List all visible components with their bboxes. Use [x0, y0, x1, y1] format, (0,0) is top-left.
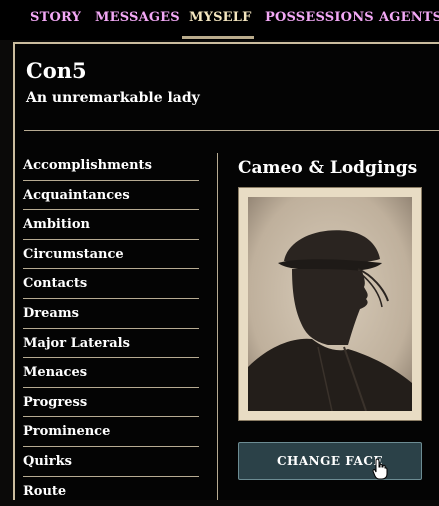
sidebar-item-acquaintances[interactable]: Acquaintances — [23, 181, 199, 211]
qualities-sidebar: Accomplishments Acquaintances Ambition C… — [23, 151, 199, 506]
sidebar-item-dreams[interactable]: Dreams — [23, 299, 199, 329]
active-tab-indicator — [182, 36, 254, 39]
sidebar-item-progress[interactable]: Progress — [23, 388, 199, 418]
silhouette-portrait-icon — [248, 197, 412, 411]
sidebar-item-major-laterals[interactable]: Major Laterals — [23, 329, 199, 359]
sidebar-item-quirks[interactable]: Quirks — [23, 447, 199, 477]
top-navigation: STORY MESSAGES MYSELF POSSESSIONS AGENTS — [0, 0, 439, 40]
sidebar-item-circumstance[interactable]: Circumstance — [23, 240, 199, 270]
cameo-frame — [238, 187, 422, 421]
character-name: Con5 — [26, 58, 87, 83]
column-divider — [217, 153, 218, 500]
tab-possessions[interactable]: POSSESSIONS — [265, 10, 374, 25]
tab-agents[interactable]: AGENTS — [379, 10, 439, 25]
cameo-title: Cameo & Lodgings — [238, 158, 418, 178]
character-description: An unremarkable lady — [26, 90, 200, 106]
sidebar-item-prominence[interactable]: Prominence — [23, 417, 199, 447]
tab-myself[interactable]: MYSELF — [189, 10, 252, 25]
cameo-portrait — [248, 197, 412, 411]
sidebar-item-contacts[interactable]: Contacts — [23, 269, 199, 299]
tab-messages[interactable]: MESSAGES — [95, 10, 180, 25]
change-face-button[interactable]: CHANGE FACE — [238, 442, 422, 480]
hand-cursor-icon — [372, 458, 388, 480]
sidebar-item-route[interactable]: Route — [23, 477, 199, 506]
sidebar-item-accomplishments[interactable]: Accomplishments — [23, 151, 199, 181]
sidebar-item-menaces[interactable]: Menaces — [23, 358, 199, 388]
sidebar-item-ambition[interactable]: Ambition — [23, 210, 199, 240]
header-divider — [24, 130, 439, 131]
tab-story[interactable]: STORY — [30, 10, 81, 25]
